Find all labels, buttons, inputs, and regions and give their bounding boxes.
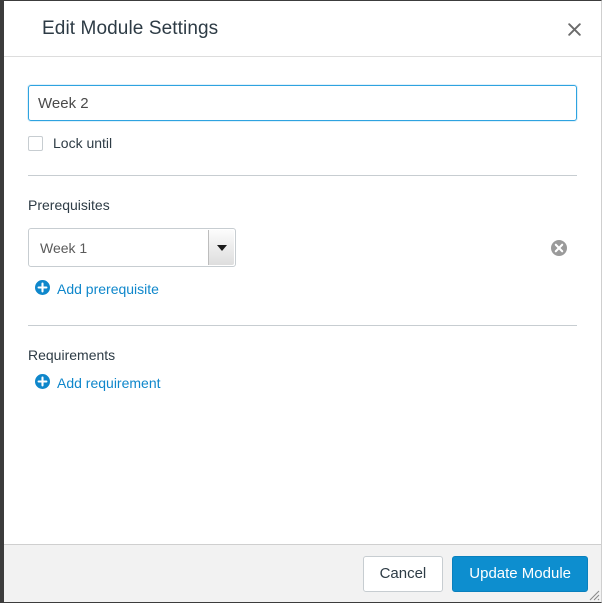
lock-until-label[interactable]: Lock until <box>53 135 112 151</box>
cancel-button[interactable]: Cancel <box>362 555 444 592</box>
dialog-footer: Cancel Update Module <box>4 544 601 602</box>
divider-after-lock <box>28 175 577 176</box>
chevron-down-icon[interactable] <box>208 230 234 265</box>
prerequisites-heading: Prerequisites <box>28 197 110 213</box>
close-button[interactable] <box>560 15 588 43</box>
plus-circle-icon <box>35 374 50 392</box>
close-icon <box>567 22 581 36</box>
remove-prerequisite-button[interactable] <box>550 239 568 257</box>
lock-until-row: Lock until <box>28 135 577 151</box>
page-title: Edit Module Settings <box>42 17 219 39</box>
dialog-titlebar: Edit Module Settings <box>4 1 601 57</box>
lock-until-checkbox[interactable] <box>28 135 43 151</box>
add-requirement-link[interactable]: Add requirement <box>35 374 161 392</box>
module-name-input[interactable] <box>28 85 577 121</box>
edit-module-settings-dialog: Edit Module Settings Lock until Prerequi… <box>0 0 602 603</box>
add-prerequisite-link[interactable]: Add prerequisite <box>35 280 159 298</box>
add-requirement-label: Add requirement <box>57 375 161 391</box>
dialog-body: Lock until Prerequisites Week 1 <box>4 57 601 544</box>
module-name-field-group <box>28 57 577 121</box>
requirements-heading: Requirements <box>28 347 116 363</box>
resize-grip-icon[interactable] <box>585 586 600 601</box>
divider-after-prerequisites <box>28 325 577 326</box>
update-module-button[interactable]: Update Module <box>452 555 588 592</box>
add-prerequisite-label: Add prerequisite <box>57 281 159 297</box>
caret-glyph <box>216 244 227 251</box>
plus-circle-icon <box>35 280 50 298</box>
prerequisite-row: Week 1 <box>28 228 577 267</box>
prerequisite-select[interactable]: Week 1 <box>28 228 236 267</box>
remove-circle-icon <box>550 239 568 257</box>
prerequisite-select-value: Week 1 <box>40 239 88 256</box>
